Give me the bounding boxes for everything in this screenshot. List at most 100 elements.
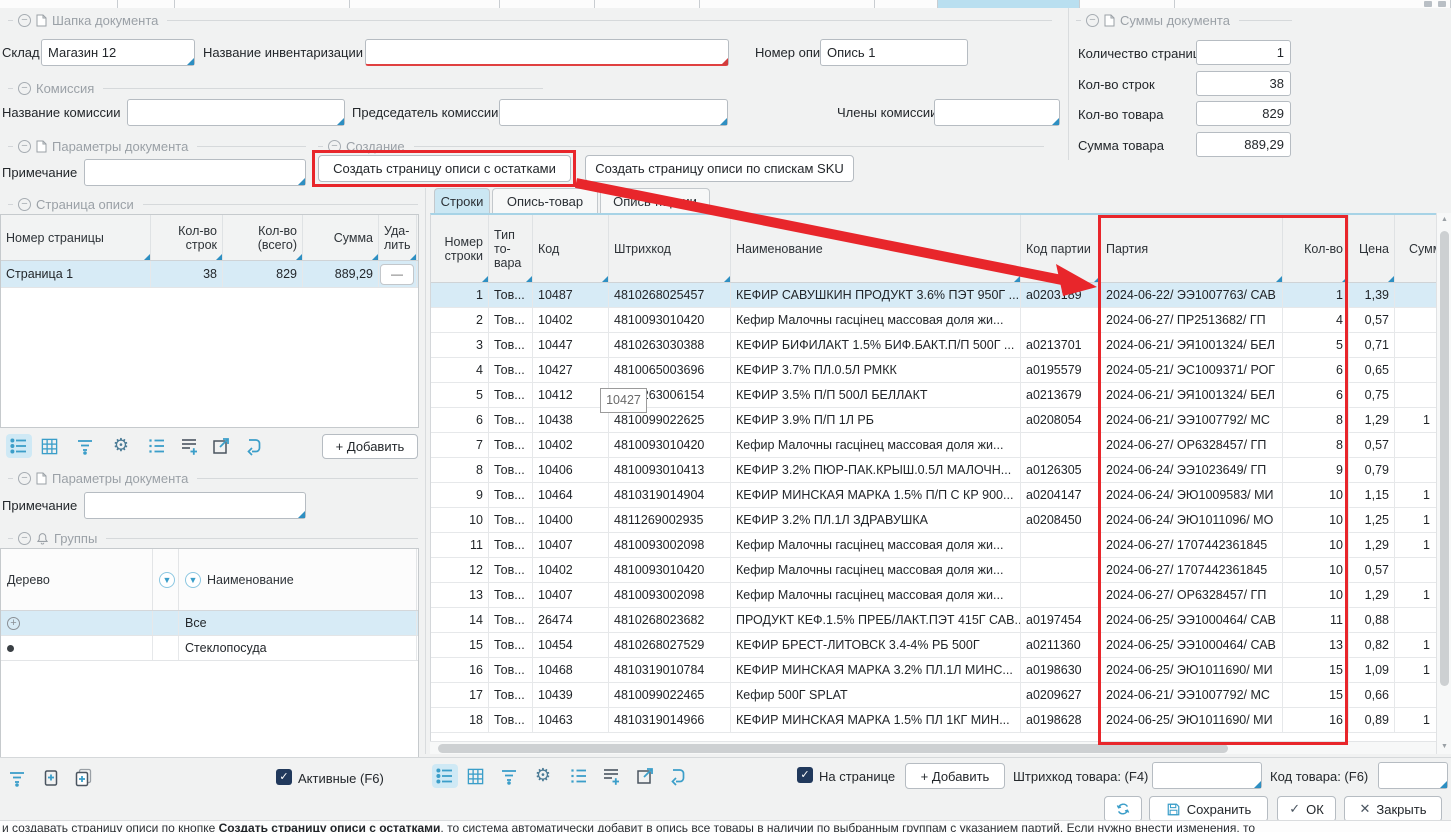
collapse-icon[interactable]: −: [328, 140, 341, 153]
column-header[interactable]: Номер страницы: [1, 215, 151, 260]
table-row[interactable]: 10Тов...104004811269002935КЕФИР 3.2% ПЛ.…: [431, 508, 1436, 533]
commission-chair-input[interactable]: [499, 99, 728, 126]
top-tab[interactable]: [595, 0, 700, 8]
rows-count-input[interactable]: [1196, 71, 1291, 96]
tab-rows[interactable]: Строки: [434, 188, 490, 213]
table-row[interactable]: 15Тов...104544810268027529КЕФИР БРЕСТ-ЛИ…: [431, 633, 1436, 658]
table-row[interactable]: 9Тов...104644810319014904КЕФИР МИНСКАЯ М…: [431, 483, 1436, 508]
view-list-icon[interactable]: [432, 764, 458, 788]
table-row[interactable]: 18Тов...104634810319014966КЕФИР МИНСКАЯ …: [431, 708, 1436, 733]
scroll-up-arrow[interactable]: ▲: [1437, 213, 1451, 227]
vertical-scrollbar[interactable]: ▲ ▼: [1436, 213, 1451, 754]
column-header[interactable]: Кол-во: [1283, 215, 1349, 282]
horizontal-scrollbar[interactable]: [430, 741, 1436, 754]
code-input[interactable]: [1378, 762, 1448, 789]
table-row[interactable]: 14Тов...264744810268023682ПРОДУКТ КЕФ.1.…: [431, 608, 1436, 633]
add-list-icon[interactable]: [176, 434, 202, 458]
table-row[interactable]: 5Тов...104124810263006154КЕФИР 3.5% П/П …: [431, 383, 1436, 408]
view-list-icon[interactable]: [6, 434, 32, 458]
chevron-down-icon[interactable]: ▼: [159, 572, 175, 588]
create-page-with-rests-button[interactable]: Создать страницу описи с остатками: [318, 155, 571, 182]
column-header[interactable]: Тип то-вара: [489, 215, 533, 282]
onpage-checkbox[interactable]: ✓: [797, 767, 813, 783]
reload-icon[interactable]: [240, 434, 266, 458]
top-tab-active[interactable]: [938, 0, 1080, 8]
top-tab[interactable]: [350, 0, 500, 8]
table-row[interactable]: 3Тов...104474810263030388КЕФИР БИФИЛАКТ …: [431, 333, 1436, 358]
note-input-bottom[interactable]: [84, 492, 306, 519]
refresh-button[interactable]: [1104, 796, 1142, 822]
top-tab[interactable]: [118, 0, 175, 8]
table-row[interactable]: 11Тов...104074810093002098Кефир Малочны …: [431, 533, 1436, 558]
add-list-icon[interactable]: [598, 764, 624, 788]
top-tab[interactable]: [500, 0, 595, 8]
add-document-icon[interactable]: [38, 766, 64, 790]
create-page-by-sku-button[interactable]: Создать страницу описи по спискам SKU: [585, 155, 854, 182]
settings-gear-icon[interactable]: ⚙: [530, 764, 556, 788]
reload-icon[interactable]: [664, 764, 690, 788]
window-icon[interactable]: [1424, 1, 1432, 7]
column-header[interactable]: Номер строки: [431, 215, 489, 282]
column-header[interactable]: Кол-во (всего): [223, 215, 303, 260]
table-row[interactable]: 7Тов...104024810093010420Кефир Малочны г…: [431, 433, 1436, 458]
numbered-list-icon[interactable]: [144, 434, 170, 458]
barcode-input[interactable]: [1152, 762, 1262, 789]
collapse-icon[interactable]: −: [18, 14, 31, 27]
column-header[interactable]: Уда-лить: [379, 215, 417, 260]
collapse-icon[interactable]: −: [1086, 14, 1099, 27]
top-tab[interactable]: [875, 0, 938, 8]
add-page-button[interactable]: + Добавить: [322, 434, 418, 459]
group-row[interactable]: +Все: [1, 611, 418, 636]
scrollbar-thumb[interactable]: [1440, 231, 1449, 686]
save-button[interactable]: Сохранить: [1149, 796, 1268, 822]
opis-number-input[interactable]: [820, 39, 968, 66]
add-row-button[interactable]: + Добавить: [905, 763, 1005, 789]
numbered-list-icon[interactable]: [566, 764, 592, 788]
top-tab[interactable]: [175, 0, 350, 8]
open-external-icon[interactable]: [208, 434, 234, 458]
column-header-tree[interactable]: Дерево: [1, 549, 153, 610]
note-input[interactable]: [84, 159, 306, 186]
column-header-name[interactable]: ▼Наименование: [179, 549, 417, 610]
inventory-name-input[interactable]: [365, 39, 729, 66]
collapse-icon[interactable]: −: [18, 140, 31, 153]
tab-opis-tovar[interactable]: Опись-товар: [492, 188, 598, 213]
table-row[interactable]: 12Тов...104024810093010420Кефир Малочны …: [431, 558, 1436, 583]
add-documents-copy-icon[interactable]: [70, 766, 96, 790]
page-row[interactable]: Страница 1 38 829 889,29 —: [1, 261, 418, 288]
goods-count-input[interactable]: [1196, 101, 1291, 126]
collapse-icon[interactable]: −: [18, 82, 31, 95]
scrollbar-thumb[interactable]: [438, 744, 1228, 753]
collapse-icon[interactable]: −: [18, 532, 31, 545]
filter-icon[interactable]: [496, 764, 522, 788]
group-row[interactable]: Стеклопосуда: [1, 636, 418, 661]
top-tab[interactable]: [1080, 0, 1175, 8]
column-header[interactable]: Код партии: [1021, 215, 1101, 282]
commission-members-input[interactable]: [934, 99, 1060, 126]
ok-button[interactable]: ✓ОК: [1277, 796, 1336, 822]
table-row[interactable]: 17Тов...104394810099022465Кефир 500Г SPL…: [431, 683, 1436, 708]
column-header[interactable]: Код: [533, 215, 609, 282]
tree-filter-cell[interactable]: ▼: [153, 549, 179, 610]
close-button[interactable]: ✕Закрыть: [1344, 796, 1442, 822]
chevron-down-icon[interactable]: ▼: [185, 572, 201, 588]
column-header[interactable]: Сумма: [303, 215, 379, 260]
top-tab[interactable]: [700, 0, 875, 8]
pages-count-input[interactable]: [1196, 40, 1291, 65]
collapse-icon[interactable]: −: [18, 198, 31, 211]
commission-name-input[interactable]: [127, 99, 345, 126]
column-header[interactable]: Штрихкод: [609, 215, 731, 282]
open-external-icon[interactable]: [632, 764, 658, 788]
goods-sum-input[interactable]: [1196, 132, 1291, 157]
table-row[interactable]: 2Тов...104024810093010420Кефир Малочны г…: [431, 308, 1436, 333]
table-row[interactable]: 13Тов...104074810093002098Кефир Малочны …: [431, 583, 1436, 608]
table-row[interactable]: 4Тов...104274810065003696КЕФИР 3.7% ПЛ.0…: [431, 358, 1436, 383]
tab-opis-partii[interactable]: Опись-партии: [600, 188, 710, 213]
column-header[interactable]: Цена: [1349, 215, 1395, 282]
column-header[interactable]: Наименование: [731, 215, 1021, 282]
sklad-input[interactable]: [41, 39, 195, 66]
column-header[interactable]: Партия: [1101, 215, 1283, 282]
table-row[interactable]: 6Тов...104384810099022625КЕФИР 3.9% П/П …: [431, 408, 1436, 433]
delete-page-button[interactable]: —: [380, 264, 414, 285]
settings-gear-icon[interactable]: ⚙: [108, 434, 134, 458]
